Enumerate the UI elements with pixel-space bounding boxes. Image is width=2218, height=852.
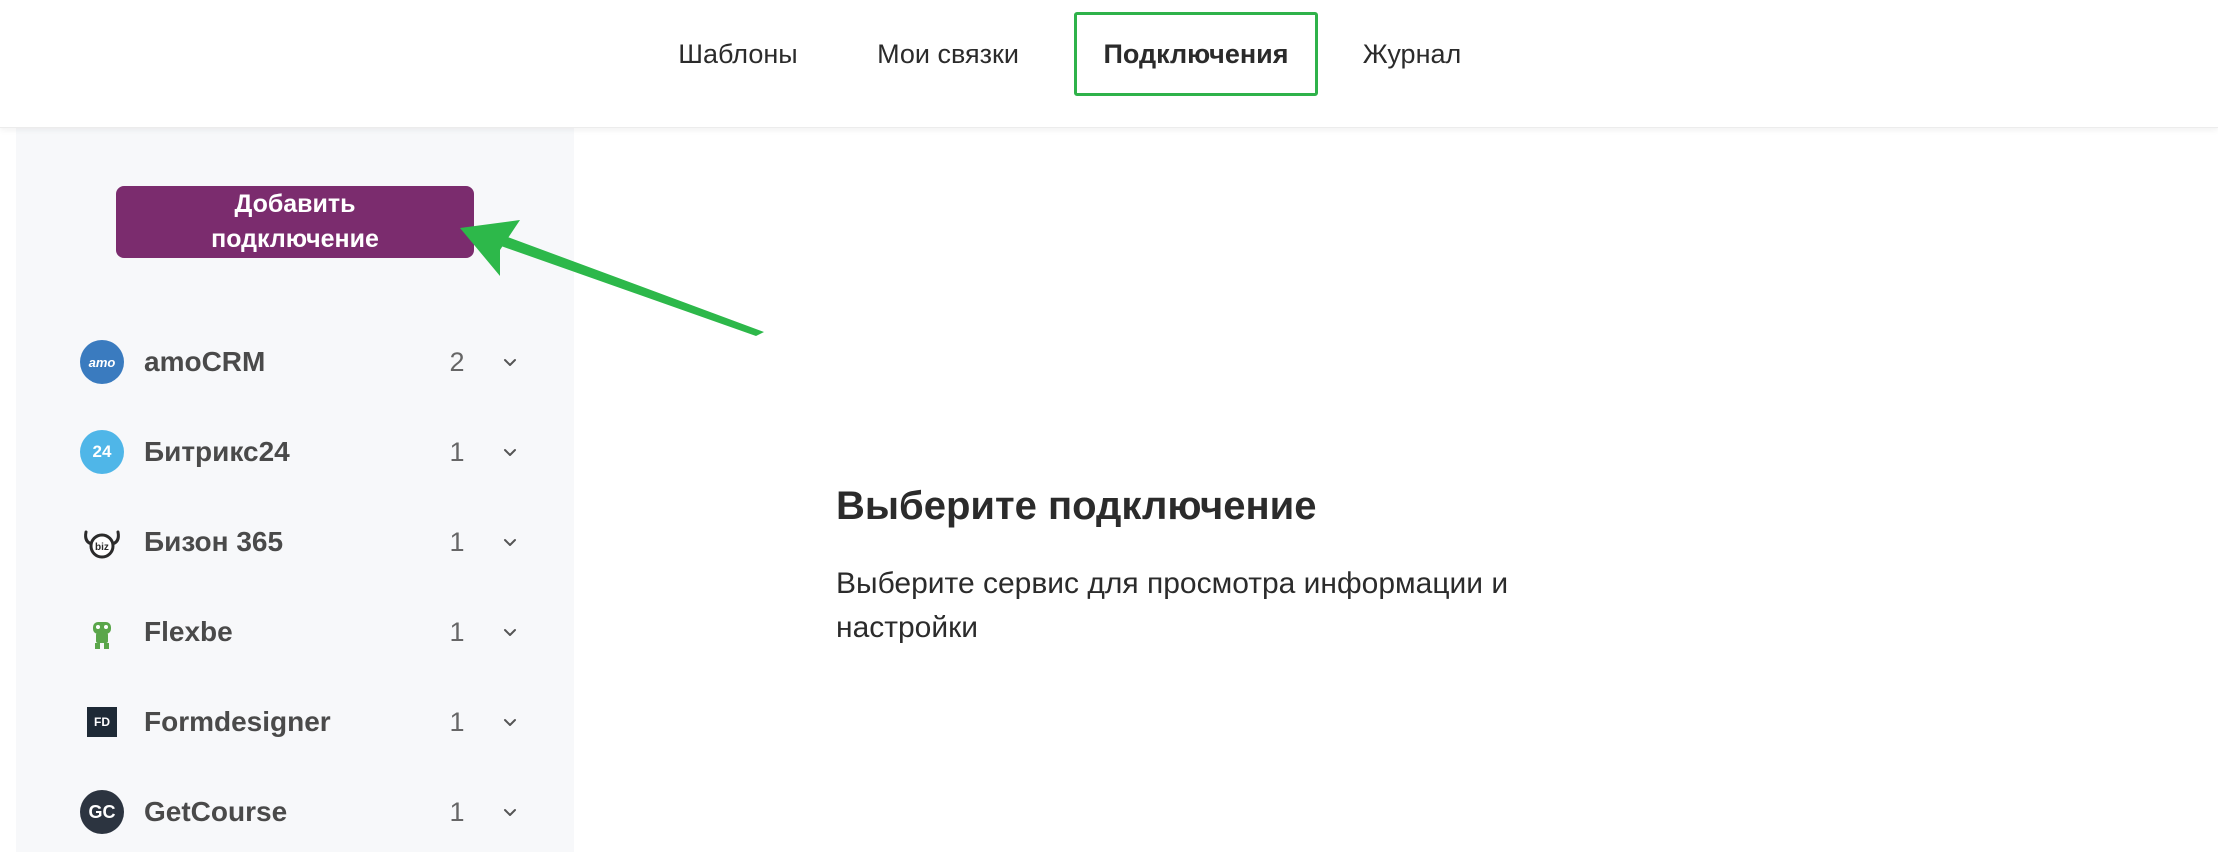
service-item-formdesigner[interactable]: FD Formdesigner 1	[16, 686, 574, 756]
service-count: 1	[449, 797, 465, 827]
service-count: 1	[449, 437, 465, 467]
service-name: Битрикс24	[144, 436, 290, 467]
chevron-down-icon[interactable]	[498, 800, 522, 824]
getcourse-logo-icon: GC	[80, 790, 124, 834]
chevron-down-icon[interactable]	[498, 350, 522, 374]
service-name: GetCourse	[144, 796, 288, 827]
service-name: Formdesigner	[144, 706, 331, 737]
connections-sidebar: Добавить подключение amo amoCRM 2 24 Бит…	[16, 128, 574, 852]
top-navigation: Шаблоны Мои связки Подключения Журнал	[0, 0, 2218, 128]
bitrix24-logo-icon: 24	[80, 430, 124, 474]
service-item-getcourse[interactable]: GC GetCourse 1	[16, 776, 574, 846]
empty-state-title: Выберите подключение	[836, 484, 1317, 528]
tab-templates[interactable]: Шаблоны	[660, 12, 816, 96]
tab-my-bundles[interactable]: Мои связки	[862, 12, 1034, 96]
empty-state-description: Выберите сервис для просмотра информации…	[836, 567, 1509, 644]
service-item-bizon365[interactable]: biz Бизон 365 1	[16, 506, 574, 576]
svg-text:biz: biz	[95, 542, 109, 553]
service-name: Flexbe	[144, 616, 233, 647]
formdesigner-logo-icon: FD	[87, 707, 117, 737]
service-count: 1	[449, 707, 465, 737]
tab-connections[interactable]: Подключения	[1074, 12, 1318, 96]
service-count: 1	[449, 527, 465, 557]
service-item-bitrix24[interactable]: 24 Битрикс24 1	[16, 416, 574, 486]
service-count: 2	[449, 347, 465, 377]
tab-journal[interactable]: Журнал	[1350, 12, 1474, 96]
service-item-amocrm[interactable]: amo amoCRM 2	[16, 326, 574, 396]
amocrm-logo-icon: amo	[80, 340, 124, 384]
chevron-down-icon[interactable]	[498, 620, 522, 644]
service-name: Бизон 365	[144, 526, 284, 557]
flexbe-logo-icon	[93, 622, 111, 649]
add-connection-button[interactable]: Добавить подключение	[116, 186, 474, 258]
bizon365-logo-icon: biz	[84, 530, 120, 559]
chevron-down-icon[interactable]	[498, 440, 522, 464]
chevron-down-icon[interactable]	[498, 530, 522, 554]
service-item-flexbe[interactable]: Flexbe 1	[16, 596, 574, 666]
service-count: 1	[449, 617, 465, 647]
chevron-down-icon[interactable]	[498, 710, 522, 734]
service-name: amoCRM	[144, 346, 266, 377]
